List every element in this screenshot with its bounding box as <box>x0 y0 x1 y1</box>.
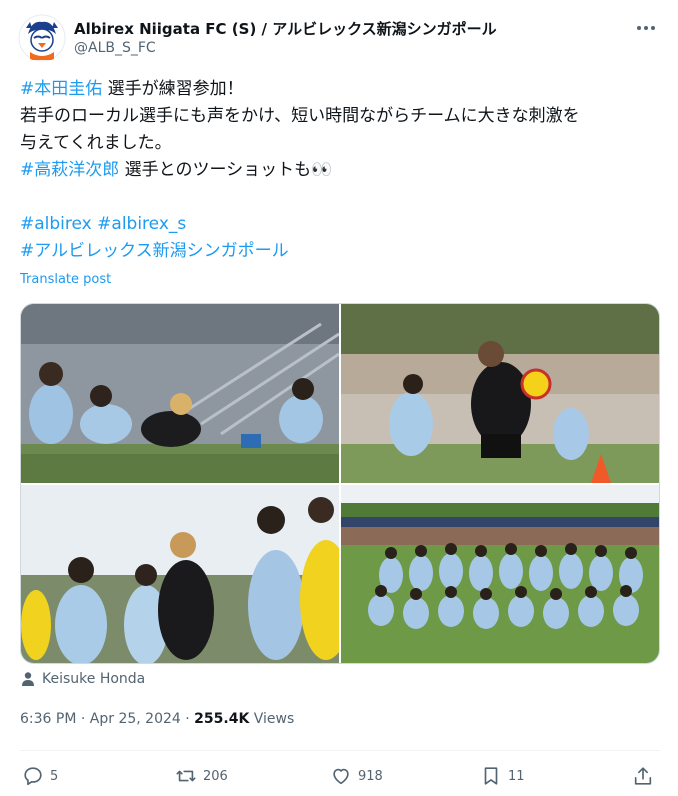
hashtag-link[interactable]: #本田圭佑 <box>20 79 102 99</box>
separator-dot: · <box>185 711 195 727</box>
more-dots-icon[interactable] <box>634 16 658 40</box>
post-text-segment: 選手が練習参加！ <box>102 79 244 99</box>
reply-icon <box>24 767 42 786</box>
post-date[interactable]: Apr 25, 2024 <box>90 711 181 727</box>
like-count: 918 <box>358 768 383 784</box>
views-count: 255.4K <box>194 711 250 727</box>
bookmark-icon <box>484 767 498 785</box>
hashtag-link[interactable]: #albirex_s <box>97 214 186 234</box>
post-text: #本田圭佑 選手が練習参加！ 若手のローカル選手にも声をかけ、短い時間ながらチー… <box>20 76 660 265</box>
post-line: #albirex #albirex_s <box>20 211 660 238</box>
translate-post-link[interactable]: Translate post <box>20 272 111 287</box>
tagged-person[interactable]: Keisuke Honda <box>20 671 145 687</box>
heart-icon <box>333 768 349 785</box>
photo-huddle[interactable] <box>21 485 339 663</box>
albirex-mascot-icon <box>18 14 66 62</box>
avatar[interactable] <box>18 14 66 62</box>
post-meta: 6:36 PM · Apr 25, 2024 · 255.4K Views <box>20 711 294 727</box>
photo-stretching[interactable] <box>21 304 339 483</box>
share-button[interactable] <box>632 765 660 787</box>
hashtag-link[interactable]: #高萩洋次郎 <box>20 160 119 180</box>
hashtag-link[interactable]: #アルビレックス新潟シンガポール <box>20 241 289 261</box>
account-handle[interactable]: @ALB_S_FC <box>74 40 156 56</box>
bookmark-button[interactable]: 11 <box>480 765 525 787</box>
views-label: Views <box>253 711 295 727</box>
photo-juggling[interactable] <box>341 304 659 483</box>
like-button[interactable]: 918 <box>330 765 383 787</box>
reply-count: 5 <box>50 768 59 784</box>
post-time[interactable]: 6:36 PM <box>20 711 76 727</box>
action-bar: 5 206 918 11 <box>20 763 660 795</box>
post-line: 与えてくれました。 <box>20 133 172 153</box>
tagged-person-name: Keisuke Honda <box>42 671 146 687</box>
hashtag-link[interactable]: #albirex <box>20 214 92 234</box>
media-grid <box>20 303 660 664</box>
photo-team[interactable] <box>341 485 659 663</box>
repost-count: 206 <box>203 768 228 784</box>
post-line: #高萩洋次郎 選手とのツーショットも👀 <box>20 157 660 184</box>
separator-dot: · <box>80 711 90 727</box>
person-icon <box>22 672 34 686</box>
post-line: 若手のローカル選手にも声をかけ、短い時間ながらチームに大きな刺激を <box>20 106 580 126</box>
repost-button[interactable]: 206 <box>175 765 228 787</box>
bookmark-count: 11 <box>508 768 525 784</box>
post-line: #アルビレックス新潟シンガポール <box>20 238 660 265</box>
display-name[interactable]: Albirex Niigata FC (S) / アルビレックス新潟シンガポール <box>74 18 497 39</box>
divider <box>20 750 660 751</box>
post-line: #本田圭佑 選手が練習参加！ <box>20 76 660 103</box>
share-icon <box>634 767 652 785</box>
repost-icon <box>176 770 196 782</box>
reply-button[interactable]: 5 <box>22 765 58 787</box>
post-text-segment: 選手とのツーショットも👀 <box>119 160 333 180</box>
post-header: Albirex Niigata FC (S) / アルビレックス新潟シンガポール… <box>18 10 660 66</box>
